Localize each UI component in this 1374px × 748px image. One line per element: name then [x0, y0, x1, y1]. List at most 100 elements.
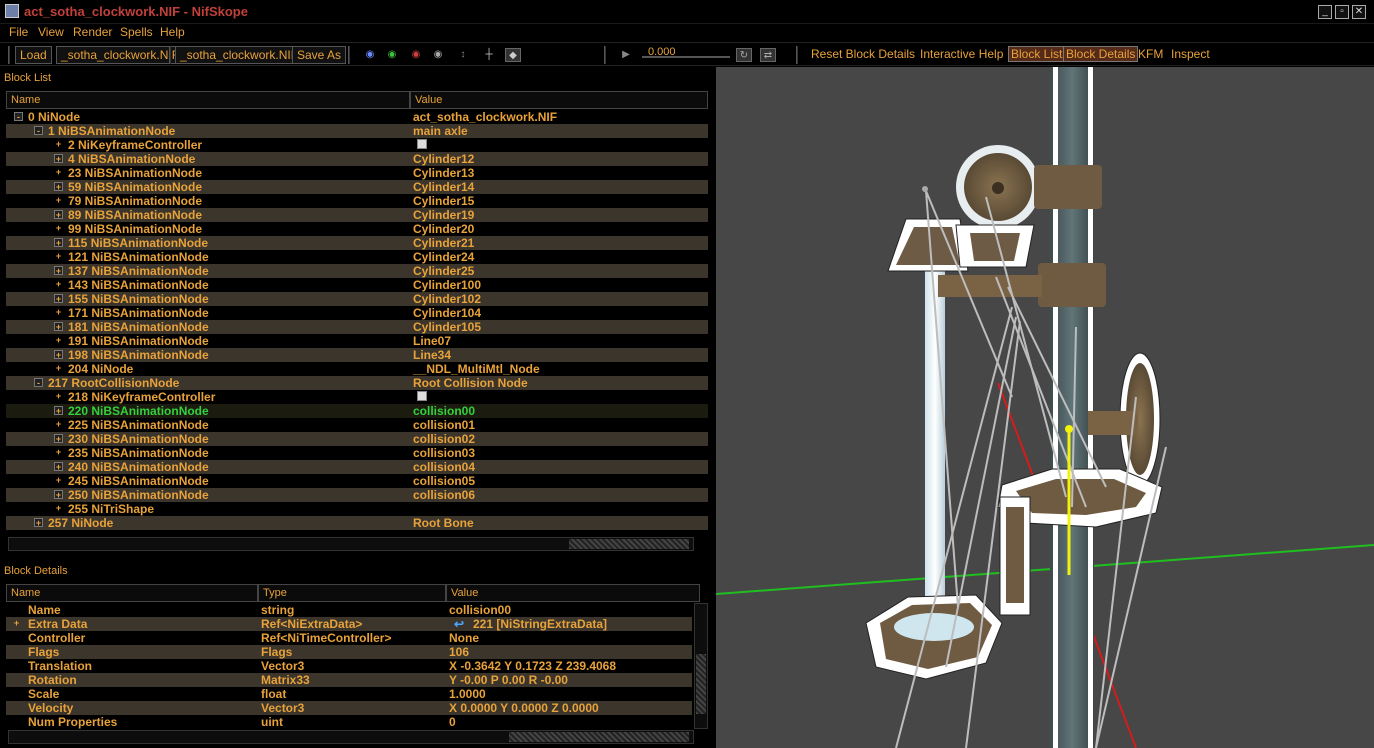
menu-view[interactable]: View: [38, 25, 64, 39]
detail-row[interactable]: Controller Ref<NiTimeController> None: [6, 631, 692, 645]
block-row[interactable]: +155 NiBSAnimationNode Cylinder102: [6, 292, 708, 306]
reset-block-details-button[interactable]: Reset Block Details: [811, 47, 915, 61]
detail-row[interactable]: Flags Flags 106: [6, 645, 692, 659]
block-row[interactable]: -0 NiNode act_sotha_clockwork.NIF: [6, 110, 708, 124]
detail-row[interactable]: Translation Vector3 X -0.3642 Y 0.1723 Z 2…: [6, 659, 692, 673]
load-file-field[interactable]: _sotha_clockwork.NIF: [56, 46, 185, 64]
expand-icon[interactable]: +: [54, 322, 63, 332]
block-row[interactable]: -217 RootCollisionNode Root Collision Nod…: [6, 376, 708, 390]
block-row[interactable]: +23 NiBSAnimationNode Cylinder13: [6, 166, 708, 180]
expand-icon[interactable]: +: [54, 224, 63, 233]
block-row[interactable]: +204 NiNode __NDL_MultiMtl_Node: [6, 362, 708, 376]
block-row[interactable]: +4 NiBSAnimationNode Cylinder12: [6, 152, 708, 166]
block-row[interactable]: +220 NiBSAnimationNode collision00: [6, 404, 708, 418]
expand-icon[interactable]: +: [54, 336, 63, 345]
block-row[interactable]: +225 NiBSAnimationNode collision01: [6, 418, 708, 432]
block-row[interactable]: +191 NiBSAnimationNode Line07: [6, 334, 708, 348]
axes-icon[interactable]: ┼: [481, 48, 497, 62]
detail-row[interactable]: + Extra Data Ref<NiExtraData> 221 [NiString…: [6, 617, 692, 631]
expand-icon[interactable]: +: [54, 350, 63, 360]
expand-icon[interactable]: +: [54, 280, 63, 289]
detail-value[interactable]: 221 [NiStringExtraData]: [473, 617, 607, 631]
expand-icon[interactable]: +: [54, 476, 63, 485]
block-row[interactable]: +171 NiBSAnimationNode Cylinder104: [6, 306, 708, 320]
expand-icon[interactable]: +: [54, 504, 63, 513]
save-file-field[interactable]: _sotha_clockwork.NIF: [175, 46, 304, 64]
block-row[interactable]: +137 NiBSAnimationNode Cylinder25: [6, 264, 708, 278]
block-row[interactable]: +79 NiBSAnimationNode Cylinder15: [6, 194, 708, 208]
detail-row[interactable]: Name string collision00: [6, 603, 692, 617]
time-slider[interactable]: [642, 56, 730, 58]
block-details-hscroll-thumb[interactable]: [509, 732, 689, 742]
menu-render[interactable]: Render: [73, 25, 112, 39]
block-list-hscroll-thumb[interactable]: [569, 539, 689, 549]
block-row[interactable]: +115 NiBSAnimationNode Cylinder21: [6, 236, 708, 250]
block-list-hscroll[interactable]: [8, 537, 694, 551]
view-side-icon[interactable]: ◉: [384, 48, 400, 62]
menu-spells[interactable]: Spells: [120, 25, 153, 39]
block-row[interactable]: +218 NiKeyframeController: [6, 390, 708, 404]
expand-icon[interactable]: +: [54, 434, 63, 444]
block-row[interactable]: +59 NiBSAnimationNode Cylinder14: [6, 180, 708, 194]
loop-icon[interactable]: ↻: [736, 48, 752, 62]
expand-icon[interactable]: +: [54, 154, 63, 164]
switch-icon[interactable]: ⇄: [760, 48, 776, 62]
block-row[interactable]: +255 NiTriShape: [6, 502, 708, 516]
interactive-help-button[interactable]: Interactive Help: [920, 47, 1003, 61]
load-button[interactable]: Load: [15, 46, 52, 64]
block-details-vscroll[interactable]: [694, 603, 708, 729]
collapse-icon[interactable]: -: [34, 126, 43, 136]
expand-icon[interactable]: +: [54, 266, 63, 276]
expand-icon[interactable]: +: [54, 392, 63, 401]
block-list-toggle[interactable]: Block List: [1008, 46, 1066, 62]
restore-button[interactable]: ▫: [1335, 5, 1349, 19]
view-user-icon[interactable]: ◉: [430, 48, 446, 62]
view-front-icon[interactable]: ◉: [362, 48, 378, 62]
expand-icon[interactable]: +: [54, 490, 63, 500]
block-details-col-value[interactable]: Value: [446, 584, 700, 602]
inspect-button[interactable]: Inspect: [1171, 47, 1210, 61]
expand-icon[interactable]: +: [54, 448, 63, 457]
block-row[interactable]: +245 NiBSAnimationNode collision05: [6, 474, 708, 488]
detail-row[interactable]: Velocity Vector3 X 0.0000 Y 0.0000 Z 0.000…: [6, 701, 692, 715]
block-details-col-name[interactable]: Name: [6, 584, 258, 602]
block-details-vscroll-thumb[interactable]: [696, 654, 706, 714]
expand-icon[interactable]: +: [54, 182, 63, 192]
perspective-icon[interactable]: ◆: [505, 48, 521, 62]
close-button[interactable]: ✕: [1352, 5, 1366, 19]
block-row[interactable]: +250 NiBSAnimationNode collision06: [6, 488, 708, 502]
block-details-hscroll[interactable]: [8, 730, 694, 744]
expand-icon[interactable]: +: [12, 619, 21, 628]
expand-icon[interactable]: +: [54, 420, 63, 429]
view-top-icon[interactable]: ◉: [408, 48, 424, 62]
block-row[interactable]: -1 NiBSAnimationNode main axle: [6, 124, 708, 138]
block-row[interactable]: +198 NiBSAnimationNode Line34: [6, 348, 708, 362]
save-as-button[interactable]: Save As: [292, 46, 347, 64]
expand-icon[interactable]: +: [54, 462, 63, 472]
detail-row[interactable]: Num Properties uint 0: [6, 715, 692, 729]
block-row[interactable]: +143 NiBSAnimationNode Cylinder100: [6, 278, 708, 292]
expand-icon[interactable]: +: [54, 168, 63, 177]
render-viewport[interactable]: [716, 67, 1374, 748]
detail-row[interactable]: Rotation Matrix33 Y -0.00 P 0.00 R -0.00: [6, 673, 692, 687]
block-list-col-name[interactable]: Name: [6, 91, 410, 109]
expand-icon[interactable]: +: [34, 518, 43, 528]
expand-icon[interactable]: +: [54, 252, 63, 261]
block-row[interactable]: +240 NiBSAnimationNode collision04: [6, 460, 708, 474]
block-row[interactable]: +121 NiBSAnimationNode Cylinder24: [6, 250, 708, 264]
expand-icon[interactable]: +: [54, 364, 63, 373]
expand-icon[interactable]: +: [54, 210, 63, 220]
block-row[interactable]: +235 NiBSAnimationNode collision03: [6, 446, 708, 460]
block-row[interactable]: +89 NiBSAnimationNode Cylinder19: [6, 208, 708, 222]
menu-file[interactable]: File: [9, 25, 28, 39]
block-row[interactable]: +2 NiKeyframeController: [6, 138, 708, 152]
block-list-col-value[interactable]: Value: [410, 91, 708, 109]
play-icon[interactable]: ▶: [618, 48, 634, 62]
expand-icon[interactable]: +: [54, 308, 63, 317]
block-row[interactable]: +181 NiBSAnimationNode Cylinder105: [6, 320, 708, 334]
link-icon[interactable]: ↩: [454, 617, 464, 631]
expand-icon[interactable]: +: [54, 406, 63, 416]
expand-icon[interactable]: +: [54, 238, 63, 248]
walk-icon[interactable]: ↕: [455, 48, 471, 62]
block-row[interactable]: +99 NiBSAnimationNode Cylinder20: [6, 222, 708, 236]
